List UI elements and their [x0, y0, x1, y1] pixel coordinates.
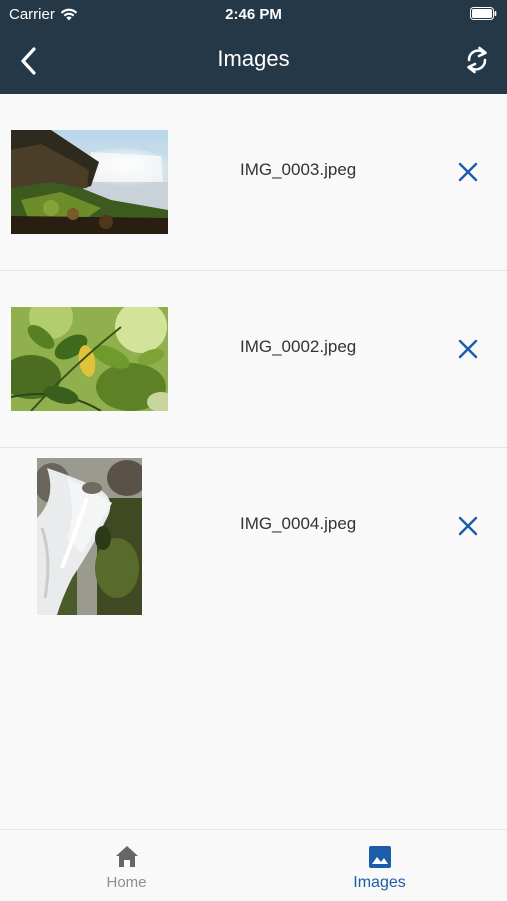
waterfall-thumbnail[interactable] [10, 130, 168, 234]
leaves-thumbnail[interactable] [10, 307, 168, 411]
app-header: Carrier 2:46 PM Images [0, 0, 507, 94]
close-icon[interactable] [456, 160, 480, 184]
home-icon [116, 846, 138, 867]
image-filename: IMG_0002.jpeg [240, 337, 357, 356]
thumbnail-container [10, 448, 168, 624]
image-icon [369, 846, 391, 868]
page-title: Images [217, 46, 290, 71]
battery-icon [470, 7, 497, 20]
list-item: IMG_0003.jpeg [0, 94, 507, 271]
nav-bar: Images [0, 28, 507, 94]
image-filename: IMG_0003.jpeg [240, 160, 357, 179]
list-item: IMG_0004.jpeg [0, 448, 507, 624]
image-filename: IMG_0004.jpeg [240, 514, 357, 533]
tab-bar: Home Images [0, 829, 507, 901]
tab-images-label: Images [353, 874, 406, 891]
status-time: 2:46 PM [225, 6, 282, 23]
sync-icon[interactable] [461, 44, 493, 76]
thumbnail-container [10, 94, 168, 270]
tab-images[interactable]: Images [253, 830, 506, 901]
close-icon[interactable] [456, 337, 480, 361]
image-list: IMG_0003.jpeg IMG_0002.jpeg IMG_0004.jpe… [0, 94, 507, 624]
list-item: IMG_0002.jpeg [0, 271, 507, 448]
thumbnail-container [10, 271, 168, 447]
status-bar: Carrier 2:46 PM [0, 0, 507, 28]
cascade-thumbnail[interactable] [36, 457, 142, 615]
tab-home[interactable]: Home [0, 830, 253, 901]
close-icon[interactable] [456, 514, 480, 538]
tab-home-label: Home [106, 874, 147, 891]
